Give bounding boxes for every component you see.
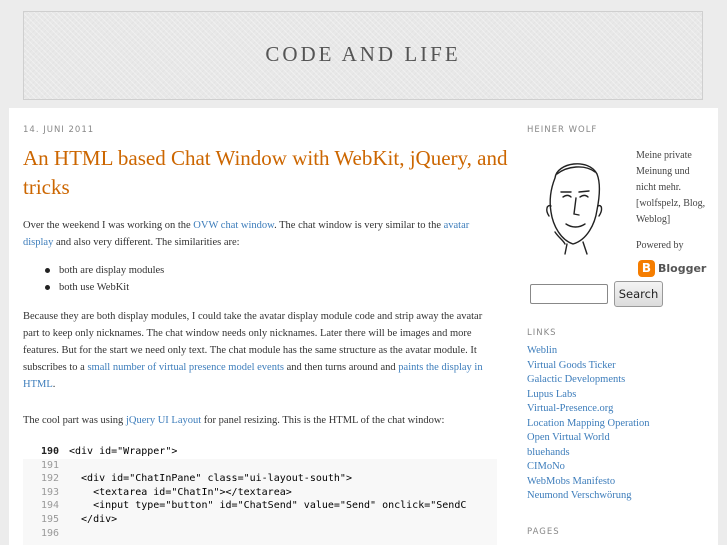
line-number: 195 <box>40 513 59 525</box>
text-fragment: . <box>52 379 56 390</box>
list-item: Lupus Labs <box>527 388 649 403</box>
code-text: <div id="ChatInPane" class="ui-layout-so… <box>69 473 352 485</box>
list-item: Galactic Developments <box>527 373 649 388</box>
post-paragraph-3: The cool part was using jQuery UI Layout… <box>23 412 499 429</box>
list-item: Virtual Goods Ticker <box>527 359 649 374</box>
code-line: 192 <div id="ChatInPane" class="ui-layou… <box>23 472 497 486</box>
post-paragraph-1: Over the weekend I was working on the OV… <box>23 217 499 251</box>
sidebar-link-location-mapping[interactable]: Location Mapping Operation <box>527 418 649 429</box>
sidebar-link-galactic-developments[interactable]: Galactic Developments <box>527 374 625 385</box>
sidebar-link-virtual-presence[interactable]: Virtual-Presence.org <box>527 403 613 414</box>
code-line: 193 <textarea id="ChatIn"></textarea> <box>23 486 497 500</box>
sidebar-link-cimono[interactable]: CIMoNo <box>527 461 565 472</box>
list-item: WebMobs Manifesto <box>527 475 649 490</box>
presence-model-events-link[interactable]: small number of virtual presence model e… <box>87 362 284 373</box>
code-text: </div> <box>69 513 118 525</box>
list-item: Virtual-Presence.org <box>527 402 649 417</box>
line-number: 196 <box>40 527 59 539</box>
text-fragment: . The chat window is very similar to the <box>274 220 444 231</box>
code-line: 191 <box>23 459 497 473</box>
text-fragment: and also very different. The similaritie… <box>53 237 240 248</box>
text-fragment: Over the weekend I was working on the <box>23 220 194 231</box>
blog-title[interactable]: CODE AND LIFE <box>24 42 702 67</box>
list-item: Weblin <box>527 344 649 359</box>
post-date: 14. JUNI 2011 <box>23 125 95 135</box>
post-title-link[interactable]: An HTML based Chat Window with WebKit, j… <box>23 146 507 199</box>
text-fragment: The cool part was using <box>23 415 126 426</box>
list-item: Open Virtual World <box>527 431 649 446</box>
sidebar-link-open-virtual-world[interactable]: Open Virtual World <box>527 432 610 443</box>
line-number: 192 <box>40 473 59 485</box>
blogger-logo-text: Blogger <box>658 261 707 275</box>
header-banner: CODE AND LIFE <box>23 11 703 100</box>
face-sketch-icon <box>546 163 603 255</box>
list-item: both are display modules <box>45 262 164 279</box>
code-line: 190 <div id="Wrapper"> <box>23 445 497 459</box>
bullet-icon <box>45 285 50 290</box>
ovw-chat-window-link[interactable]: OVW chat window <box>193 220 274 231</box>
sidebar-link-virtual-goods-ticker[interactable]: Virtual Goods Ticker <box>527 360 616 371</box>
profile-avatar[interactable] <box>527 148 619 256</box>
profile-description: Meine private Meinung und nicht mehr. [w… <box>636 150 706 225</box>
post-title: An HTML based Chat Window with WebKit, j… <box>23 144 513 202</box>
sidebar-link-lupus-labs[interactable]: Lupus Labs <box>527 389 576 400</box>
blogger-logo[interactable]: B Blogger <box>638 259 706 277</box>
list-item: Location Mapping Operation <box>527 417 649 432</box>
code-block[interactable]: 190 <div id="Wrapper"> 191 192 <div id="… <box>23 445 497 545</box>
search-button[interactable]: Search <box>614 281 663 307</box>
list-item: bluehands <box>527 446 649 461</box>
sidebar-link-bluehands[interactable]: bluehands <box>527 447 570 458</box>
line-number: 191 <box>40 459 59 471</box>
line-number: 193 <box>40 486 59 498</box>
code-line: 194 <input type="button" id="ChatSend" v… <box>23 499 497 513</box>
line-number: 190 <box>40 446 59 457</box>
list-item-text: both are display modules <box>59 265 165 276</box>
powered-by-text: Powered by <box>636 240 684 251</box>
blogger-icon: B <box>638 259 655 277</box>
sidebar-link-neumond[interactable]: Neumond Verschwörung <box>527 490 632 501</box>
profile-heading: HEINER WOLF <box>527 125 598 135</box>
list-item-text: both use WebKit <box>59 282 130 293</box>
code-text: <textarea id="ChatIn"></textarea> <box>69 486 292 498</box>
code-line: 195 </div> <box>23 513 497 527</box>
code-line: 196 <box>23 527 497 541</box>
content-area: 14. JUNI 2011 An HTML based Chat Window … <box>9 108 718 545</box>
code-text: <input type="button" id="ChatSend" value… <box>69 500 467 512</box>
line-number: 194 <box>40 500 59 512</box>
similarities-list: both are display modules both use WebKit <box>45 262 164 296</box>
list-item: CIMoNo <box>527 460 649 475</box>
sidebar-link-webmobs-manifesto[interactable]: WebMobs Manifesto <box>527 476 615 487</box>
post-paragraph-2: Because they are both display modules, I… <box>23 308 501 393</box>
header: CODE AND LIFE <box>9 0 718 108</box>
jquery-ui-layout-link[interactable]: jQuery UI Layout <box>126 415 201 426</box>
list-item: both use WebKit <box>45 279 164 296</box>
pages-heading: PAGES <box>527 527 560 537</box>
links-list: Weblin Virtual Goods Ticker Galactic Dev… <box>527 344 649 504</box>
sidebar-link-weblin[interactable]: Weblin <box>527 345 557 356</box>
text-fragment: for panel resizing. This is the HTML of … <box>201 415 445 426</box>
links-heading: LINKS <box>527 328 557 338</box>
list-item: Neumond Verschwörung <box>527 489 649 504</box>
search-input[interactable] <box>530 284 608 304</box>
text-fragment: and then turns around and <box>283 362 399 373</box>
code-text: <div id="Wrapper"> <box>69 446 178 457</box>
bullet-icon <box>45 268 50 273</box>
